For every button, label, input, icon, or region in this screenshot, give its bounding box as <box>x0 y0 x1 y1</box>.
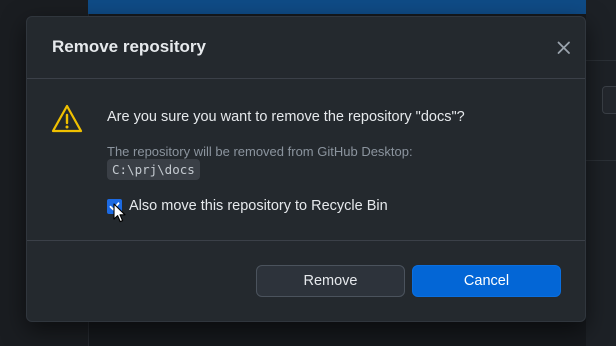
remove-repository-dialog: Remove repository Are you sure you want … <box>26 16 586 322</box>
app-background-control <box>602 86 616 114</box>
removal-detail-text: The repository will be removed from GitH… <box>107 144 413 159</box>
move-to-recycle-bin-label: Also move this repository to Recycle Bin <box>129 198 388 214</box>
dialog-footer: Remove Cancel <box>27 241 585 321</box>
repository-path: C:\prj\docs <box>107 159 200 180</box>
dialog-header: Remove repository <box>27 17 585 79</box>
checkmark-icon <box>109 201 120 210</box>
dialog-body: Are you sure you want to remove the repo… <box>27 79 585 241</box>
cancel-button[interactable]: Cancel <box>412 265 561 297</box>
close-icon <box>557 41 570 54</box>
close-button[interactable] <box>553 37 575 59</box>
move-to-recycle-bin-checkbox[interactable] <box>107 198 122 214</box>
warning-icon <box>51 104 83 133</box>
app-right-panel-background <box>586 0 616 346</box>
remove-button[interactable]: Remove <box>256 265 405 297</box>
move-to-recycle-bin-option[interactable]: Also move this repository to Recycle Bin <box>107 196 388 216</box>
dialog-title: Remove repository <box>52 37 206 56</box>
app-background-divider <box>586 160 616 161</box>
app-toolbar-background <box>88 0 616 14</box>
confirmation-question: Are you sure you want to remove the repo… <box>107 109 465 125</box>
app-background-divider <box>586 60 616 61</box>
